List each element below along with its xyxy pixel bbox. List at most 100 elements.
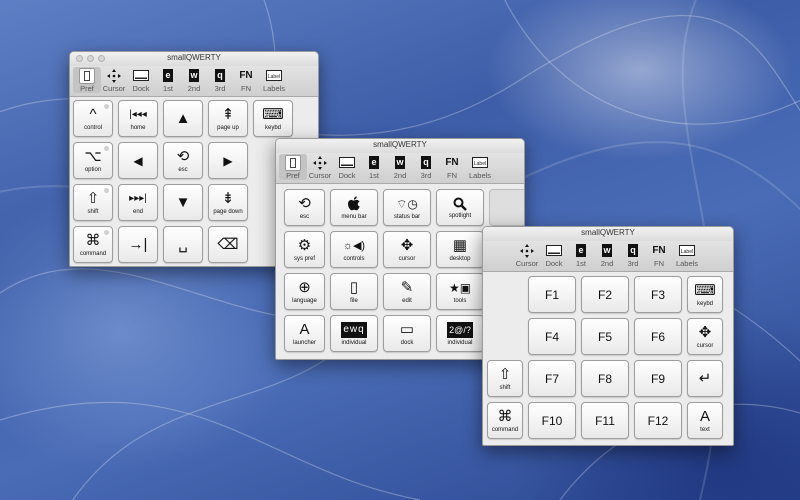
toolbar-1st[interactable]: e 1st <box>567 242 595 268</box>
toolbar-1st[interactable]: e 1st <box>360 154 388 180</box>
f2-key[interactable]: F2 <box>581 276 629 313</box>
cursor-key[interactable]: ✥ cursor <box>687 318 723 355</box>
toolbar-fn[interactable]: FN FN <box>232 67 260 93</box>
toolbar-dock[interactable]: Dock <box>540 242 568 268</box>
control-key[interactable]: ^ control <box>73 100 113 137</box>
space-key[interactable]: ␣ <box>163 226 203 263</box>
shift-key[interactable]: ⇧ shift <box>487 360 523 397</box>
command-key[interactable]: ⌘ command <box>487 402 523 439</box>
f11-key[interactable]: F11 <box>581 402 629 439</box>
title-bar[interactable]: smallQWERTY <box>276 139 524 153</box>
tools-key[interactable]: ★▣ tools <box>436 273 484 310</box>
sys-pref-key[interactable]: ⚙ sys pref <box>284 231 325 268</box>
smallqwerty-window-right[interactable]: smallQWERTY Cursor Dock e 1st w 2nd q 3rd F… <box>482 226 734 446</box>
left-arrow-key[interactable]: ◀ <box>118 142 158 179</box>
individual-ewq-key[interactable]: ewq individual <box>330 315 378 352</box>
keyboard-key[interactable]: ⌨ keybd <box>687 276 723 313</box>
file-key[interactable]: ▯ file <box>330 273 378 310</box>
f5-key[interactable]: F5 <box>581 318 629 355</box>
e-key-icon: e <box>576 244 586 257</box>
esc-key[interactable]: ⟲ esc <box>284 189 325 226</box>
w-key-icon: w <box>602 244 612 257</box>
fn-icon: FN <box>652 245 666 256</box>
return-key[interactable]: ↵ <box>687 360 723 397</box>
toolbar-pref[interactable]: Pref <box>279 154 307 180</box>
key-glyph: ^ <box>89 105 97 123</box>
toolbar-fn[interactable]: FN FN <box>438 154 466 180</box>
f1-key[interactable]: F1 <box>528 276 576 313</box>
q-key-icon: q <box>628 244 638 257</box>
key-glyph: F9 <box>650 371 665 386</box>
toolbar-labels[interactable]: Label Labels <box>673 242 701 268</box>
key-glyph: F11 <box>595 413 615 428</box>
key-label: esc <box>178 166 188 173</box>
f4-key[interactable]: F4 <box>528 318 576 355</box>
key-glyph: 2@/? <box>447 321 473 338</box>
key-glyph: ★▣ <box>448 280 472 295</box>
title-bar[interactable]: smallQWERTY <box>483 227 733 241</box>
delete-key[interactable]: ⌫ <box>208 226 248 263</box>
toolbar-labels[interactable]: Label Labels <box>466 154 494 180</box>
up-arrow-key[interactable]: ▲ <box>163 100 203 137</box>
key-glyph: ⌨ <box>694 281 716 299</box>
keyboard-key[interactable]: ⌨ keybd <box>253 100 293 137</box>
title-bar[interactable]: smallQWERTY <box>70 52 318 66</box>
toolbar-label: FN <box>241 84 251 93</box>
key-glyph: ▲ <box>175 109 191 127</box>
toolbar-3rd[interactable]: q 3rd <box>412 154 440 180</box>
toolbar-3rd[interactable]: q 3rd <box>619 242 647 268</box>
dock-icon <box>127 67 155 84</box>
toolbar-dock[interactable]: Dock <box>127 67 155 93</box>
key-glyph: F4 <box>544 329 559 344</box>
cursor-arrows-icon <box>100 67 128 84</box>
language-key[interactable]: ⊕ language <box>284 273 325 310</box>
cursor-key[interactable]: ✥ cursor <box>383 231 431 268</box>
f9-key[interactable]: F9 <box>634 360 682 397</box>
toolbar-cursor[interactable]: Cursor <box>306 154 334 180</box>
individual-symbols-key[interactable]: 2@/? individual <box>436 315 484 352</box>
f6-key[interactable]: F6 <box>634 318 682 355</box>
menu-bar-key[interactable]: menu bar <box>330 189 378 226</box>
tab-key[interactable]: →| <box>118 226 158 263</box>
esc-key[interactable]: ⟲ esc <box>163 142 203 179</box>
shift-key[interactable]: ⇧ shift <box>73 184 113 221</box>
toolbar-2nd[interactable]: w 2nd <box>180 67 208 93</box>
empty-key[interactable] <box>489 189 524 226</box>
key-glyph: ▸▸▸| <box>129 192 147 204</box>
key-label: edit <box>402 297 412 304</box>
toolbar-fn[interactable]: FN FN <box>645 242 673 268</box>
toolbar-1st[interactable]: e 1st <box>154 67 182 93</box>
command-key[interactable]: ⌘ command <box>73 226 113 263</box>
f3-key[interactable]: F3 <box>634 276 682 313</box>
page-up-key[interactable]: ⇞ page up <box>208 100 248 137</box>
toolbar-label: Labels <box>675 259 699 268</box>
right-arrow-key[interactable]: ▶ <box>208 142 248 179</box>
key-label: shift <box>499 384 511 391</box>
status-bar-key[interactable]: ⌔◷ status bar <box>383 189 431 226</box>
toolbar-cursor[interactable]: Cursor <box>100 67 128 93</box>
text-key[interactable]: Atext <box>687 402 723 439</box>
option-key[interactable]: ⌥ option <box>73 142 113 179</box>
toolbar-pref[interactable]: Pref <box>73 67 101 93</box>
end-key[interactable]: ▸▸▸| end <box>118 184 158 221</box>
launcher-key[interactable]: Alauncher <box>284 315 325 352</box>
f7-key[interactable]: F7 <box>528 360 576 397</box>
controls-key[interactable]: ☼◀) controls <box>330 231 378 268</box>
toolbar-2nd[interactable]: w 2nd <box>386 154 414 180</box>
f10-key[interactable]: F10 <box>528 402 576 439</box>
toolbar-cursor[interactable]: Cursor <box>513 242 541 268</box>
spotlight-key[interactable]: spotlight <box>436 189 484 226</box>
toolbar-3rd[interactable]: q 3rd <box>206 67 234 93</box>
edit-key[interactable]: ✎ edit <box>383 273 431 310</box>
f8-key[interactable]: F8 <box>581 360 629 397</box>
page-down-key[interactable]: ⇟ page down <box>208 184 248 221</box>
key-glyph: ⇧ <box>498 365 512 383</box>
dock-key[interactable]: ▭ dock <box>383 315 431 352</box>
down-arrow-key[interactable]: ▼ <box>163 184 203 221</box>
toolbar-2nd[interactable]: w 2nd <box>593 242 621 268</box>
f12-key[interactable]: F12 <box>634 402 682 439</box>
toolbar-dock[interactable]: Dock <box>333 154 361 180</box>
toolbar-labels[interactable]: Label Labels <box>260 67 288 93</box>
desktop-key[interactable]: ▦ desktop <box>436 231 484 268</box>
home-key[interactable]: |◂◂◂ home <box>118 100 158 137</box>
